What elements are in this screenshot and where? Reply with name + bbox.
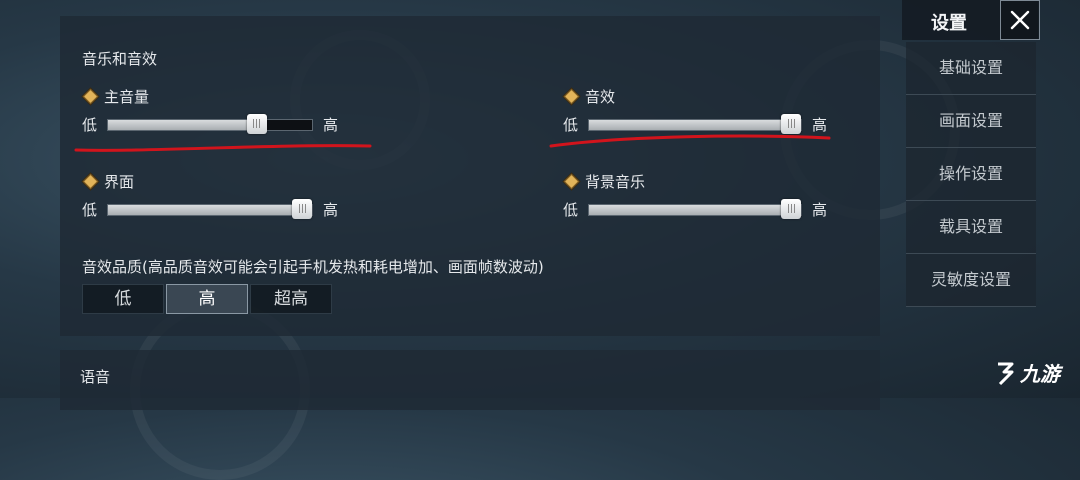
- watermark-text: 九游: [1020, 362, 1060, 386]
- sidebar-item-basic[interactable]: 基础设置: [906, 42, 1036, 95]
- bgm-slider[interactable]: [588, 198, 803, 219]
- ui-volume-slider[interactable]: [107, 198, 314, 219]
- ui-volume-label: 界面: [82, 171, 135, 192]
- slider-thumb[interactable]: [246, 113, 267, 134]
- low-label: 低: [82, 116, 98, 134]
- quality-option-ultra[interactable]: 超高: [250, 284, 332, 314]
- diamond-icon: [563, 173, 580, 190]
- close-button[interactable]: [1000, 0, 1040, 40]
- diamond-icon: [82, 173, 99, 190]
- audio-section-title: 音乐和音效: [82, 50, 158, 68]
- voice-settings-panel: [60, 350, 880, 410]
- quality-option-low[interactable]: 低: [82, 284, 164, 314]
- master-volume-row: 低 高: [82, 113, 339, 135]
- bgm-row: 低 高: [563, 198, 828, 220]
- red-annotation-underline: [549, 134, 831, 148]
- audio-quality-selector: 低 高 超高: [82, 284, 334, 314]
- master-volume-label: 主音量: [82, 86, 150, 107]
- high-label: 高: [323, 201, 339, 219]
- master-volume-text: 主音量: [104, 88, 150, 106]
- low-label: 低: [82, 201, 98, 219]
- low-label: 低: [563, 201, 579, 219]
- ui-volume-text: 界面: [104, 173, 135, 191]
- bgm-label: 背景音乐: [563, 171, 646, 192]
- diamond-icon: [563, 88, 580, 105]
- watermark-logo: 九游: [992, 358, 1060, 387]
- nine-game-logo-icon: [998, 362, 1014, 385]
- high-label: 高: [323, 116, 339, 134]
- close-icon: [1010, 10, 1030, 30]
- settings-title: 设置: [931, 13, 967, 34]
- sidebar-item-graphics[interactable]: 画面设置: [906, 95, 1036, 148]
- voice-section-title: 语音: [80, 368, 111, 386]
- high-label: 高: [812, 201, 828, 219]
- audio-quality-label: 音效品质(高品质音效可能会引起手机发热和耗电增加、画面帧数波动): [82, 258, 544, 276]
- bgm-text: 背景音乐: [585, 173, 646, 191]
- quality-option-high[interactable]: 高: [166, 284, 248, 314]
- slider-fill: [108, 119, 257, 130]
- slider-thumb[interactable]: [292, 198, 313, 219]
- sidebar-item-vehicle[interactable]: 载具设置: [906, 201, 1036, 254]
- sfx-label: 音效: [563, 86, 616, 107]
- ui-volume-row: 低 高: [82, 198, 339, 220]
- sidebar-item-controls[interactable]: 操作设置: [906, 148, 1036, 201]
- slider-thumb[interactable]: [781, 198, 802, 219]
- slider-fill: [589, 204, 802, 215]
- diamond-icon: [82, 88, 99, 105]
- sfx-text: 音效: [585, 88, 616, 106]
- sidebar-item-sensitivity[interactable]: 灵敏度设置: [906, 254, 1036, 307]
- master-volume-slider[interactable]: [107, 113, 314, 134]
- red-annotation-underline: [74, 144, 372, 152]
- slider-fill: [108, 204, 313, 215]
